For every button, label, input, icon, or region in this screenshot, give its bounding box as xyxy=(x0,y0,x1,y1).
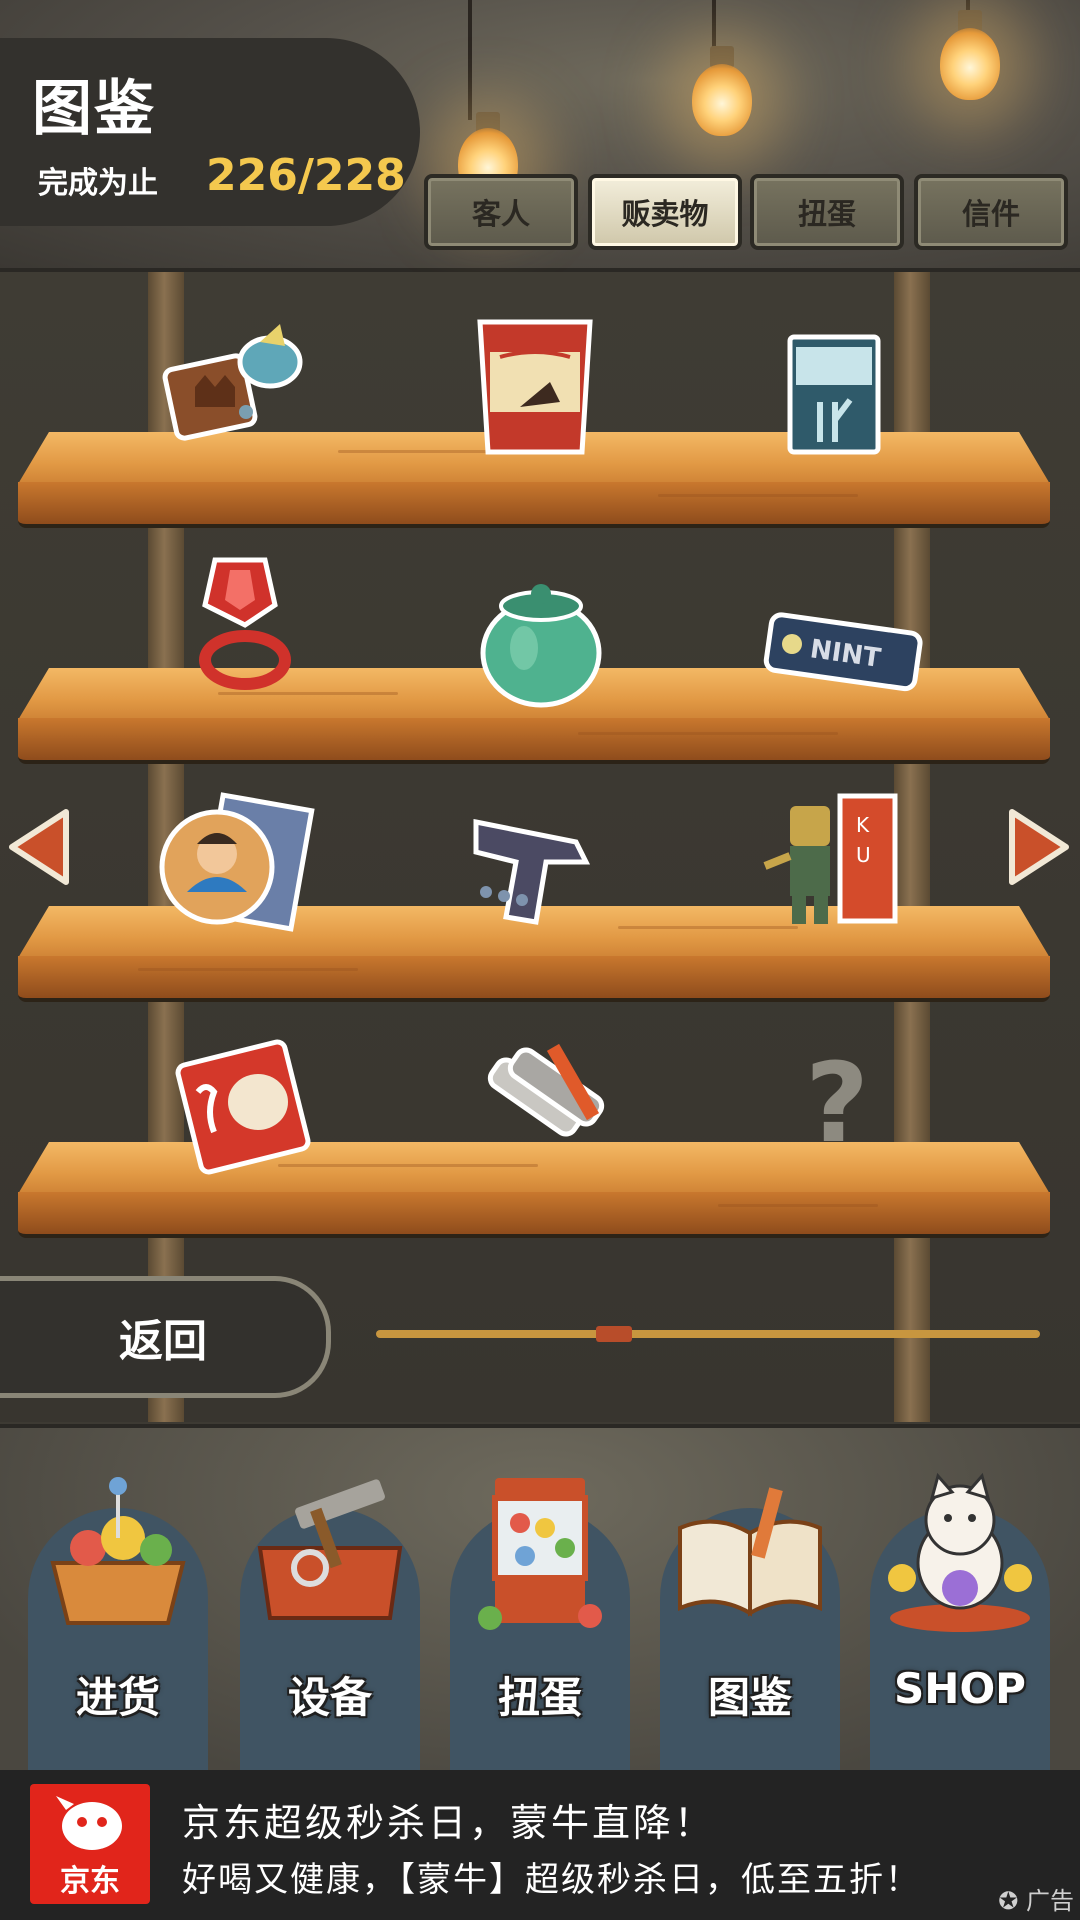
tab-guests[interactable]: 客人 xyxy=(424,174,578,250)
nav-stock-button[interactable]: 进货 xyxy=(20,1468,216,1778)
svg-text:K: K xyxy=(856,813,870,837)
nav-equipment-label: 设备 xyxy=(287,1673,372,1722)
back-button[interactable]: 返回 xyxy=(0,1276,331,1398)
page-title: 图鉴 xyxy=(32,74,156,144)
nav-equipment-button[interactable]: 设备 xyxy=(232,1468,428,1778)
ad-banner[interactable]: 京东 京东超级秒杀日，蒙牛直降！ 好喝又健康，【蒙牛】超级秒杀日，低至五折！ ✪… xyxy=(0,1770,1080,1920)
unknown-item-icon[interactable]: ? xyxy=(762,1028,912,1178)
paint-tubes-icon[interactable] xyxy=(466,1032,616,1182)
tab-gacha[interactable]: 扭蛋 xyxy=(750,174,904,250)
light-bulb-icon xyxy=(940,28,1000,100)
ad-marker-icon: ✪ xyxy=(998,1887,1019,1915)
bottom-nav: 进货 设备 扭蛋 图鉴 SHOP xyxy=(0,1424,1080,1778)
ad-tag-label: 广告 xyxy=(1026,1887,1074,1915)
nav-collection-button[interactable]: 图鉴 xyxy=(652,1468,848,1778)
toolbox-icon xyxy=(250,1468,410,1638)
next-page-arrow-icon[interactable] xyxy=(1006,808,1070,886)
prev-page-arrow-icon[interactable] xyxy=(8,808,72,886)
lamp-wire xyxy=(468,0,472,120)
nav-collection-label: 图鉴 xyxy=(707,1673,792,1722)
tab-letters[interactable]: 信件 xyxy=(914,174,1068,250)
nav-shop-button[interactable]: SHOP xyxy=(862,1468,1058,1778)
green-jar-icon[interactable] xyxy=(466,568,616,718)
lamp-wire xyxy=(712,0,716,50)
jd-logo-text: 京东 xyxy=(60,1864,120,1899)
nav-shop-label: SHOP xyxy=(894,1664,1026,1713)
robot-toy-icon[interactable]: K U xyxy=(760,786,910,936)
page-scrollbar[interactable] xyxy=(376,1326,1040,1342)
ad-tag: ✪ 广告 xyxy=(998,1881,1074,1916)
ad-headline: 京东超级秒杀日，蒙牛直降！ xyxy=(182,1801,716,1845)
progress-label: 完成为止 xyxy=(38,166,158,201)
nav-gacha-label: 扭蛋 xyxy=(497,1673,582,1722)
open-book-icon xyxy=(670,1468,830,1638)
svg-text:U: U xyxy=(856,843,871,867)
light-bulb-icon xyxy=(692,64,752,136)
nav-stock-label: 进货 xyxy=(75,1673,160,1722)
jd-logo-icon: 京东 xyxy=(30,1784,150,1904)
progress-value: 226/228 xyxy=(206,150,406,201)
snack-bag-icon[interactable] xyxy=(460,312,610,462)
hero-cards-icon[interactable] xyxy=(159,792,315,942)
shelf-area: NINT K U ? xyxy=(0,272,1080,1422)
scrollbar-thumb[interactable] xyxy=(596,1326,632,1342)
menko-card-icon[interactable] xyxy=(168,1032,318,1182)
ad-subline: 好喝又健康，【蒙牛】超级秒杀日，低至五折！ xyxy=(182,1860,921,1900)
cigarette-box-icon[interactable] xyxy=(760,322,910,472)
candy-mold-icon[interactable] xyxy=(160,312,310,462)
tab-merchandise[interactable]: 贩卖物 xyxy=(588,174,742,250)
ring-candy-icon[interactable] xyxy=(170,550,320,700)
gacha-machine-icon xyxy=(460,1468,620,1638)
nav-gacha-button[interactable]: 扭蛋 xyxy=(442,1468,638,1778)
stock-basket-icon xyxy=(38,1468,198,1638)
mint-gum-icon[interactable]: NINT xyxy=(763,578,923,728)
lucky-cat-icon xyxy=(880,1468,1040,1638)
water-gun-icon[interactable] xyxy=(466,792,616,942)
top-header: 图鉴 完成为止 226/228 客人 贩卖物 扭蛋 信件 xyxy=(0,0,1080,272)
